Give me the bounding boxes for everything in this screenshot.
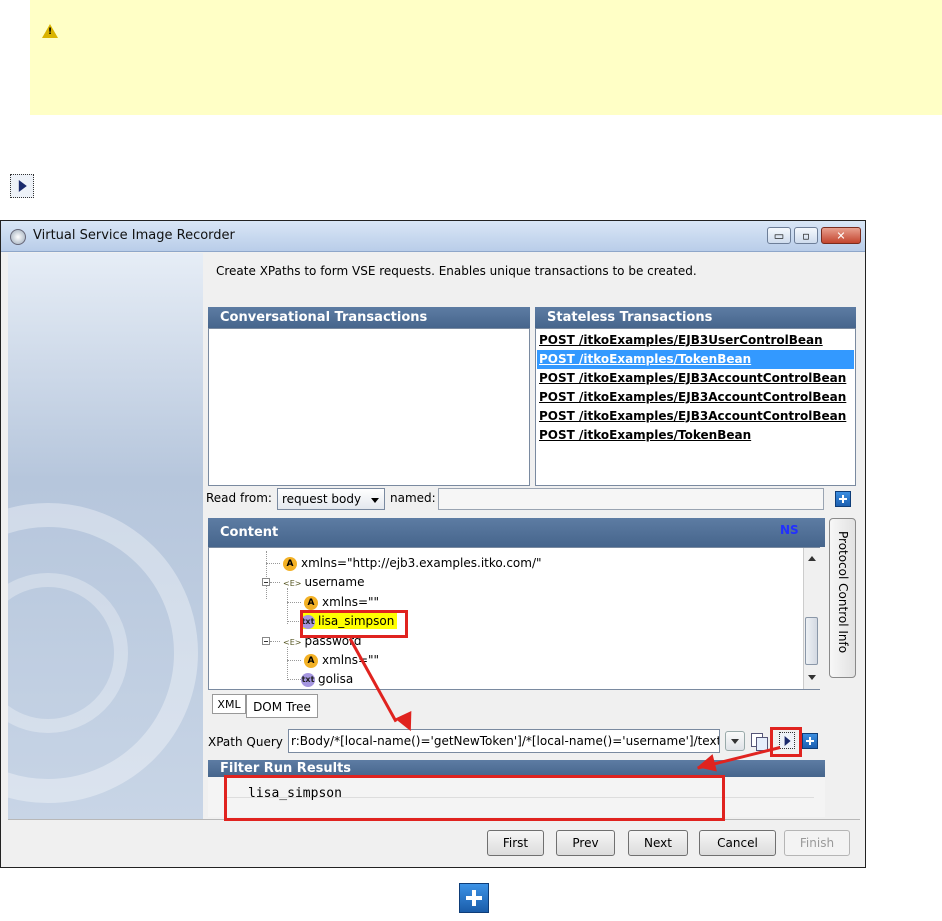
text-node-icon: txt [301,672,315,687]
read-from-label: Read from: [206,491,272,505]
attribute-icon: A [304,653,318,668]
app-icon [10,229,26,245]
xpath-query-label: XPath Query [208,735,283,749]
close-button[interactable]: ✕ [821,227,861,244]
stateless-item[interactable]: POST /itkoExamples/EJB3AccountControlBea… [537,407,854,426]
stateless-item[interactable]: POST /itkoExamples/EJB3AccountControlBea… [537,388,854,407]
tab-dom-tree[interactable]: DOM Tree [246,694,318,718]
collapse-icon[interactable] [262,637,270,645]
copy-icon[interactable] [751,733,768,751]
chevron-down-icon [371,498,379,503]
tree-node-attribute[interactable]: Axmlns="" [304,594,379,610]
stateless-item[interactable]: POST /itkoExamples/EJB3UserControlBean [537,331,854,350]
stateless-item-selected[interactable]: POST /itkoExamples/TokenBean [537,350,854,369]
finish-button[interactable]: Finish [784,830,850,856]
cancel-button[interactable]: Cancel [699,830,776,856]
tree-node-text[interactable]: txt golisa [301,671,353,687]
prev-button[interactable]: Prev [556,830,615,856]
first-button[interactable]: First [487,830,544,856]
stateless-item[interactable]: POST /itkoExamples/EJB3AccountControlBea… [537,369,854,388]
tab-xml[interactable]: XML [212,694,246,714]
annotation-highlight-box [770,727,802,757]
stateless-item[interactable]: POST /itkoExamples/TokenBean [537,426,854,445]
play-icon [10,174,34,198]
add-icon[interactable] [802,733,818,749]
attribute-icon: A [283,556,297,571]
stateless-header: Stateless Transactions [535,307,856,328]
add-icon[interactable] [835,491,851,507]
annotation-highlight-box [224,775,725,821]
tree-scroll-thumb[interactable] [805,617,818,665]
scroll-up-icon[interactable] [808,556,816,561]
attribute-icon: A [304,595,318,610]
xpath-history-dropdown[interactable] [725,731,745,751]
element-icon: <E> [283,638,302,647]
ns-button[interactable]: NS [780,523,799,537]
minimize-button[interactable]: ▭ [767,227,791,244]
maximize-button[interactable]: ▫ [794,227,818,244]
conversational-header: Conversational Transactions [208,307,530,328]
xpath-query-input[interactable]: r:Body/*[local-name()='getNewToken']/*[l… [288,729,720,753]
warning-note [30,0,942,115]
tree-node-element[interactable]: <E> username [283,574,364,592]
instructions-text: Create XPaths to form VSE requests. Enab… [216,264,697,278]
conversational-list[interactable] [208,328,530,486]
tree-node-attribute[interactable]: Axmlns="" [304,652,379,668]
warning-icon: ! [42,24,58,38]
collapse-icon[interactable] [262,578,270,586]
named-label: named: [390,491,436,505]
window-title: Virtual Service Image Recorder [33,228,235,243]
content-header: Content [208,518,825,547]
tree-node-attribute[interactable]: Axmlns="http://ejb3.examples.itko.com/" [283,555,542,571]
protocol-control-info-tab[interactable]: Protocol Control Info [829,518,856,678]
read-from-select[interactable]: request body [277,488,385,510]
scroll-down-icon[interactable] [808,675,816,680]
stateless-list[interactable]: POST /itkoExamples/EJB3UserControlBean P… [535,328,856,486]
wizard-side-panel [8,253,203,819]
next-button[interactable]: Next [628,830,688,856]
annotation-highlight-box [300,610,408,638]
named-input[interactable] [438,488,824,510]
add-icon [459,883,489,913]
element-icon: <E> [283,579,302,588]
